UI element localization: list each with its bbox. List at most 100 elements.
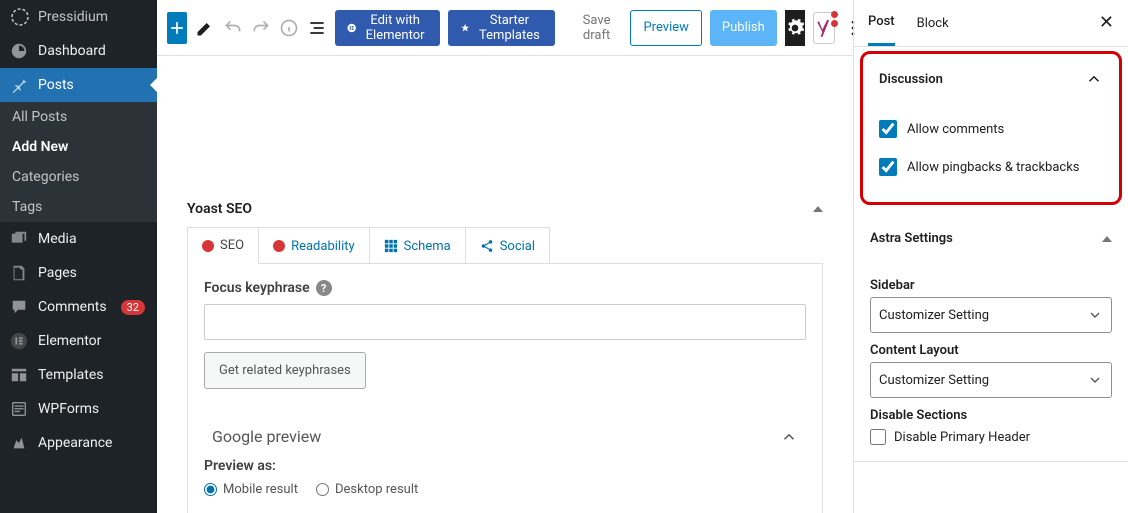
nav-comments[interactable]: Comments 32	[0, 290, 157, 324]
nav-appearance[interactable]: Appearance	[0, 426, 157, 460]
nav-templates[interactable]: Templates	[0, 358, 157, 392]
collapse-icon	[1102, 236, 1112, 242]
comments-icon	[10, 298, 28, 316]
tab-block[interactable]: Block	[917, 0, 949, 46]
preview-as-label: Preview as:	[204, 458, 806, 474]
preview-mode-radios: Mobile result Desktop result	[204, 482, 806, 497]
yoast-tab-bar: SEO Readability Schema Social	[187, 227, 550, 264]
starter-templates-button[interactable]: Starter Templates	[448, 10, 555, 46]
yoast-tab-schema-label: Schema	[404, 239, 451, 254]
preview-button[interactable]: Preview	[630, 10, 701, 46]
nav-comments-label: Comments	[38, 299, 107, 315]
yoast-tab-schema[interactable]: Schema	[370, 228, 466, 264]
nav-posts[interactable]: Posts	[0, 68, 157, 102]
outline-button[interactable]	[307, 12, 327, 44]
redo-icon	[251, 18, 271, 38]
google-preview-toggle[interactable]: Google preview	[204, 415, 806, 458]
chevron-down-icon	[1087, 307, 1103, 323]
publish-button[interactable]: Publish	[710, 10, 777, 46]
nav-media[interactable]: Media	[0, 222, 157, 256]
elementor-icon	[347, 20, 356, 36]
astra-sidebar-label: Sidebar	[870, 278, 1112, 293]
subnav-tags[interactable]: Tags	[0, 192, 157, 222]
add-block-button[interactable]	[167, 12, 187, 44]
astra-layout-select[interactable]: Customizer Setting	[870, 362, 1112, 398]
yoast-panel-title: Yoast SEO	[187, 201, 252, 217]
pencil-icon	[195, 18, 215, 38]
grid-icon	[384, 239, 398, 253]
nav-posts-submenu: All Posts Add New Categories Tags	[0, 102, 157, 222]
info-button[interactable]	[279, 12, 299, 44]
media-icon	[10, 230, 28, 248]
editor-toolbar: Edit with Elementor Starter Templates Sa…	[157, 0, 853, 56]
status-dot-icon	[202, 240, 214, 252]
astra-section-body: Sidebar Customizer Setting Content Layou…	[854, 262, 1128, 461]
astra-settings-section: Astra Settings Sidebar Customizer Settin…	[854, 215, 1128, 462]
discussion-section-toggle[interactable]: Discussion	[863, 54, 1119, 104]
save-draft-button[interactable]: Save draft	[571, 10, 623, 46]
yoast-panel-header[interactable]: Yoast SEO	[187, 191, 823, 227]
close-settings-button[interactable]: ✕	[1099, 14, 1114, 32]
yoast-toolbar-button[interactable]	[813, 12, 835, 44]
appearance-icon	[10, 434, 28, 452]
undo-icon	[223, 18, 243, 38]
yoast-tab-seo-label: SEO	[220, 238, 244, 253]
nav-wpforms[interactable]: WPForms	[0, 392, 157, 426]
nav-templates-label: Templates	[38, 367, 104, 383]
edit-elementor-button[interactable]: Edit with Elementor	[335, 10, 440, 46]
subnav-add-new[interactable]: Add New	[0, 132, 157, 162]
settings-scroll: Discussion Allow comments Allow pingback…	[854, 47, 1128, 513]
desktop-result-radio[interactable]: Desktop result	[316, 482, 418, 497]
yoast-status-dots	[831, 11, 838, 27]
mobile-result-radio[interactable]: Mobile result	[204, 482, 298, 497]
nav-elementor[interactable]: Elementor	[0, 324, 157, 358]
yoast-tab-social-label: Social	[500, 239, 535, 254]
nav-wpforms-label: WPForms	[38, 401, 99, 417]
allow-comments-checkbox[interactable]: Allow comments	[879, 110, 1103, 148]
templates-icon	[10, 366, 28, 384]
editor-content-area: Yoast SEO SEO Readability Schema	[157, 56, 853, 513]
nav-pages[interactable]: Pages	[0, 256, 157, 290]
chevron-down-icon	[1087, 372, 1103, 388]
related-keyphrases-button[interactable]: Get related keyphrases	[204, 352, 366, 389]
editor-canvas: Edit with Elementor Starter Templates Sa…	[157, 0, 853, 513]
focus-keyphrase-input[interactable]	[204, 304, 806, 340]
focus-keyphrase-label: Focus keyphrase ?	[204, 280, 806, 296]
site-brand[interactable]: Pressidium	[0, 0, 157, 34]
settings-tabs: Post Block ✕	[854, 0, 1128, 47]
yoast-tab-readability[interactable]: Readability	[259, 228, 370, 264]
edit-elementor-label: Edit with Elementor	[362, 13, 427, 43]
yoast-tab-social[interactable]: Social	[466, 228, 549, 264]
yoast-tab-content: Focus keyphrase ? Get related keyphrases…	[187, 263, 823, 513]
edit-mode-button[interactable]	[195, 12, 215, 44]
wpforms-icon	[10, 400, 28, 418]
wp-admin-sidebar: Pressidium Dashboard Posts All Posts Add…	[0, 0, 157, 513]
astra-sidebar-select[interactable]: Customizer Setting	[870, 297, 1112, 333]
tab-post[interactable]: Post	[868, 0, 895, 46]
collapse-icon	[813, 206, 823, 212]
settings-toggle-button[interactable]	[785, 10, 805, 46]
redo-button	[251, 12, 271, 44]
nav-appearance-label: Appearance	[38, 435, 112, 451]
outline-icon	[307, 18, 327, 38]
brand-label: Pressidium	[38, 9, 108, 25]
brand-icon	[10, 7, 30, 27]
subnav-all-posts[interactable]: All Posts	[0, 102, 157, 132]
yoast-tab-seo[interactable]: SEO	[188, 228, 259, 264]
pin-icon	[10, 76, 28, 94]
status-dot-icon	[273, 240, 285, 252]
nav-pages-label: Pages	[38, 265, 77, 281]
chevron-up-icon	[1085, 70, 1103, 88]
elementor-icon	[10, 332, 28, 350]
astra-section-toggle[interactable]: Astra Settings	[854, 215, 1128, 262]
help-icon[interactable]: ?	[316, 280, 332, 296]
google-preview-title: Google preview	[212, 427, 321, 446]
subnav-categories[interactable]: Categories	[0, 162, 157, 192]
allow-pingbacks-checkbox[interactable]: Allow pingbacks & trackbacks	[879, 148, 1103, 186]
disable-sections-label: Disable Sections	[870, 408, 1112, 423]
disable-primary-header-checkbox[interactable]: Disable Primary Header	[870, 429, 1112, 445]
plus-icon	[167, 18, 187, 38]
chevron-up-icon	[780, 428, 798, 446]
undo-button	[223, 12, 243, 44]
nav-dashboard[interactable]: Dashboard	[0, 34, 157, 68]
